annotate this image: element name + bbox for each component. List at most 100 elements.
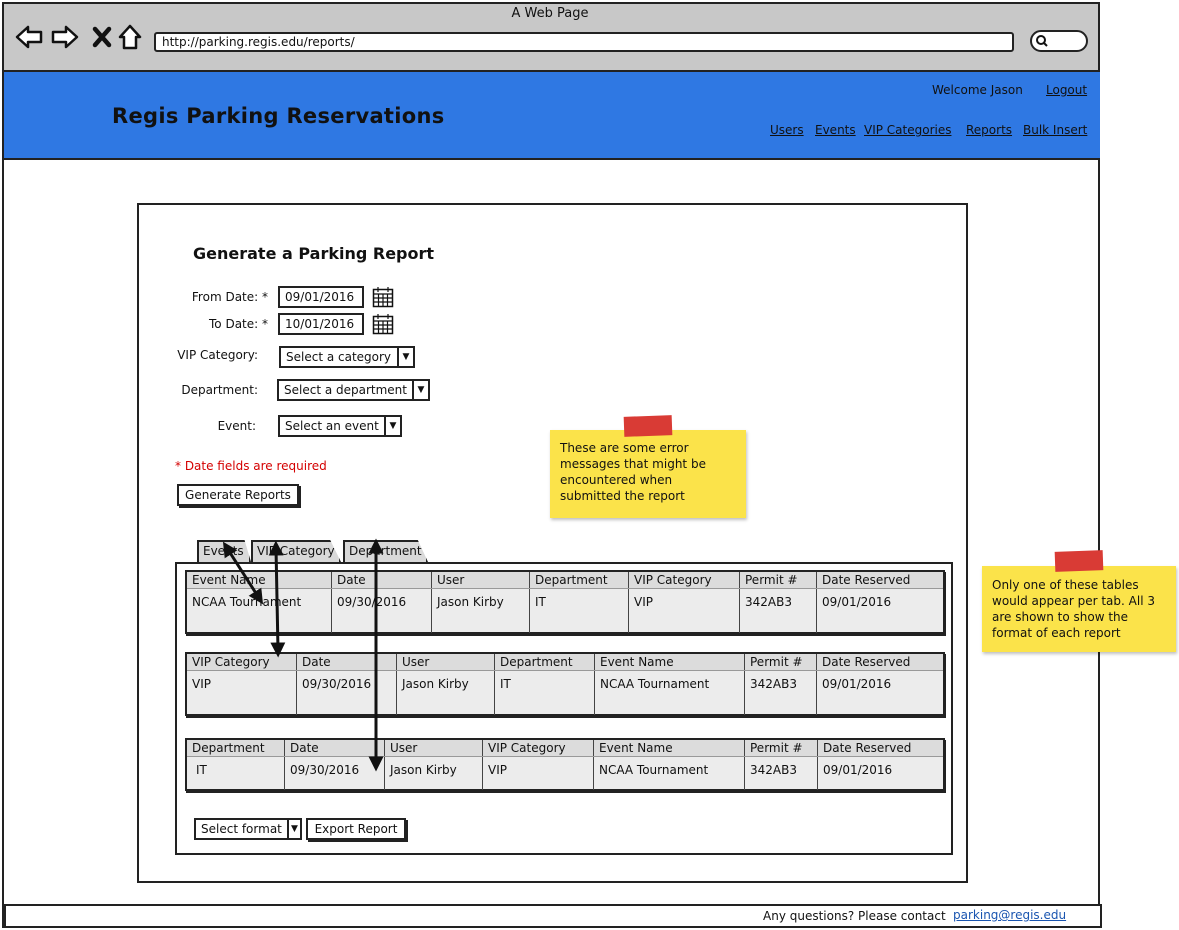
vip-category-select[interactable]: Select a category ▼ [279, 346, 415, 368]
table-cell: NCAA Tournament [594, 757, 745, 790]
logout-link[interactable]: Logout [1046, 83, 1087, 97]
tab-vip-category[interactable]: VIP Category [251, 540, 341, 562]
table-cell: NCAA Tournament [595, 671, 745, 715]
export-format-select-value: Select format [201, 822, 282, 836]
column-header: Event Name [594, 740, 745, 756]
contact-email-link[interactable]: parking@regis.edu [953, 908, 1066, 922]
column-header: User [385, 740, 483, 756]
site-title: Regis Parking Reservations [112, 104, 445, 128]
nav-link-events[interactable]: Events [815, 123, 856, 137]
from-date-field[interactable]: 09/01/2016 [278, 286, 364, 308]
column-header: User [432, 572, 530, 588]
column-header: Permit # [745, 740, 818, 756]
chevron-down-icon: ▼ [397, 348, 413, 366]
home-icon[interactable] [116, 22, 146, 52]
column-header: Department [495, 654, 595, 670]
calendar-icon[interactable] [372, 313, 394, 335]
tab-events[interactable]: Events [197, 540, 251, 562]
table-cell: Jason Kirby [432, 589, 530, 633]
column-header: Date Reserved [822, 573, 911, 587]
nav-link-bulk-insert[interactable]: Bulk Insert [1023, 123, 1087, 137]
column-header: Date Reserved [823, 741, 912, 755]
error-sticky-note: These are some error messages that might… [550, 430, 746, 518]
table-row[interactable]: IT 09/30/2016 Jason Kirby VIP NCAA Tourn… [187, 757, 943, 790]
table-cell: VIP [629, 589, 740, 633]
table-cell: 09/01/2016 [822, 677, 892, 691]
window-title: A Web Page [511, 6, 589, 21]
events-report-table: Event Name Date User Department VIP Cate… [185, 570, 945, 634]
forward-icon[interactable] [50, 22, 80, 52]
event-label: Event: [217, 419, 256, 433]
welcome-message: Welcome Jason [932, 83, 1023, 97]
to-date-field[interactable]: 10/01/2016 [278, 313, 364, 335]
table-cell: VIP [483, 757, 594, 790]
table-row[interactable]: VIP 09/30/2016 Jason Kirby IT NCAA Tourn… [187, 671, 943, 715]
table-cell: NCAA Tournament [187, 589, 332, 633]
nav-link-users[interactable]: Users [770, 123, 804, 137]
department-select[interactable]: Select a department ▼ [277, 379, 430, 401]
table-cell: 09/01/2016 [822, 595, 892, 609]
table-cell: IT [187, 757, 285, 790]
tab-department[interactable]: Department [343, 540, 428, 562]
table-cell: Jason Kirby [385, 757, 483, 790]
column-header: Date [285, 740, 385, 756]
chevron-down-icon: ▼ [286, 820, 300, 838]
browser-search-field[interactable] [1030, 30, 1088, 52]
department-report-table: Department Date User VIP Category Event … [185, 738, 945, 791]
nav-link-vip-categories[interactable]: VIP Categories [864, 123, 951, 137]
column-header: Permit # [740, 572, 817, 588]
table-cell: IT [495, 671, 595, 715]
chevron-down-icon: ▼ [412, 381, 428, 399]
column-header: VIP Category [187, 654, 297, 670]
table-header-row: Event Name Date User Department VIP Cate… [187, 572, 943, 589]
vip-category-label: VIP Category: [177, 348, 258, 362]
table-cell: IT [530, 589, 629, 633]
generate-reports-button[interactable]: Generate Reports [177, 484, 299, 506]
vip-category-select-value: Select a category [286, 350, 392, 364]
column-header: VIP Category [629, 572, 740, 588]
column-header: Department [187, 740, 285, 756]
department-label: Department: [181, 383, 258, 397]
table-cell: 09/30/2016 [297, 671, 397, 715]
table-header-row: VIP Category Date User Department Event … [187, 654, 943, 671]
stop-icon[interactable] [88, 22, 118, 52]
nav-link-reports[interactable]: Reports [966, 123, 1012, 137]
column-header: Date [332, 572, 432, 588]
column-header: Department [530, 572, 629, 588]
export-format-select[interactable]: Select format ▼ [194, 818, 302, 840]
vip-category-report-table: VIP Category Date User Department Event … [185, 652, 945, 716]
footer-contact-text: Any questions? Please contact [763, 909, 946, 923]
table-cell: 09/30/2016 [332, 589, 432, 633]
required-fields-note: * Date fields are required [175, 459, 327, 473]
table-cell: 342AB3 [745, 671, 817, 715]
address-bar[interactable]: http://parking.regis.edu/reports/ [154, 32, 1014, 52]
table-cell: 342AB3 [745, 757, 818, 790]
tape-decoration [1054, 550, 1104, 572]
tables-sticky-note: Only one of these tables would appear pe… [982, 566, 1176, 652]
chevron-down-icon: ▼ [384, 417, 400, 435]
search-icon [1036, 35, 1048, 47]
column-header: Permit # [745, 654, 817, 670]
table-cell: 09/30/2016 [285, 757, 385, 790]
table-row[interactable]: NCAA Tournament 09/30/2016 Jason Kirby I… [187, 589, 943, 633]
column-header: User [397, 654, 495, 670]
table-cell: VIP [187, 671, 297, 715]
column-header: Event Name [595, 654, 745, 670]
table-cell: Jason Kirby [397, 671, 495, 715]
column-header: Date Reserved [822, 655, 911, 669]
from-date-label: From Date: * [191, 290, 268, 304]
event-select-value: Select an event [285, 419, 379, 433]
back-icon[interactable] [14, 22, 44, 52]
event-select[interactable]: Select an event ▼ [278, 415, 402, 437]
table-header-row: Department Date User VIP Category Event … [187, 740, 943, 757]
to-date-label: To Date: * [209, 317, 268, 331]
tape-decoration [623, 415, 673, 437]
calendar-icon[interactable] [372, 286, 394, 308]
column-header: VIP Category [483, 740, 594, 756]
table-cell: 09/01/2016 [823, 763, 893, 777]
column-header: Event Name [187, 572, 332, 588]
column-header: Date [297, 654, 397, 670]
table-cell: 342AB3 [740, 589, 817, 633]
export-report-button[interactable]: Export Report [306, 818, 406, 840]
department-select-value: Select a department [284, 383, 407, 397]
